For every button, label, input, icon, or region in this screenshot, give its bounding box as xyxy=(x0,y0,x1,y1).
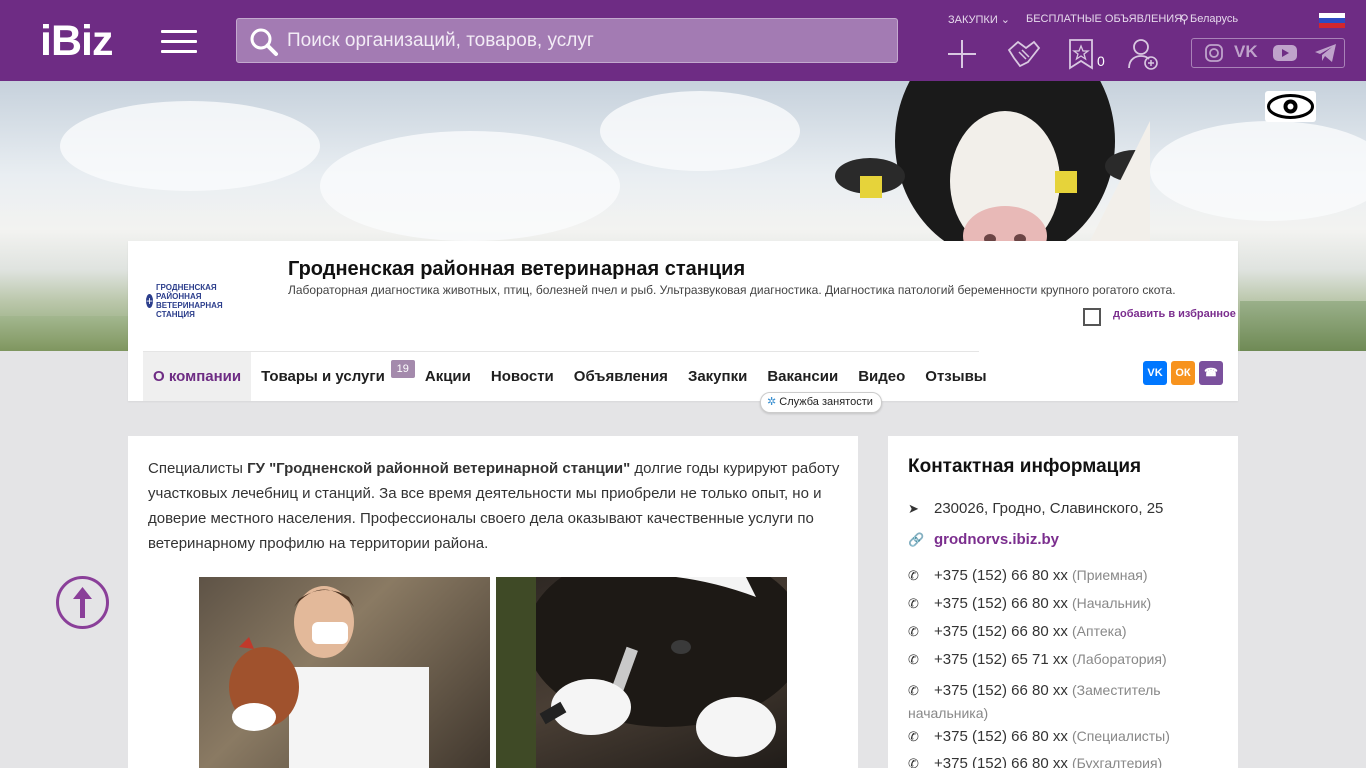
language-flag-icon[interactable] xyxy=(1319,13,1345,28)
share-ok-icon[interactable]: ОК xyxy=(1171,361,1195,385)
tab-about[interactable]: О компании xyxy=(143,352,252,401)
location-pin-icon: ⚲ xyxy=(1180,12,1189,26)
favorite-checkbox[interactable] xyxy=(1083,308,1101,326)
contact-phone: ✆ +375 (152) 66 80 xx (Бухгалтерия) xyxy=(908,755,1228,768)
contact-phone: ✆ +375 (152) 66 80 xx (Приемная) xyxy=(908,567,1148,584)
phone-number[interactable]: +375 (152) 66 80 xx xyxy=(934,682,1068,699)
contact-phone: ✆ +375 (152) 66 80 xx (Специалисты) xyxy=(908,728,1170,745)
phone-number[interactable]: +375 (152) 66 80 xx xyxy=(934,595,1068,612)
sparkle-icon: ✲ xyxy=(767,396,777,408)
link-icon: 🔗 xyxy=(908,532,925,547)
top-bar: iBiz ЗАКУПКИ ⌄ БЕСПЛАТНЫЕ ОБЪЯВЛЕНИЯ ⚲Бе… xyxy=(0,0,1366,81)
vk-icon[interactable]: VK xyxy=(1234,42,1258,62)
tab-purchases[interactable]: Закупки xyxy=(678,352,757,401)
phone-icon: ✆ xyxy=(908,568,919,583)
add-favorite-link[interactable]: добавить в избранное xyxy=(1113,308,1236,320)
social-links: VK xyxy=(1191,38,1345,68)
tab-ads[interactable]: Объявления xyxy=(564,352,678,401)
contact-phone: ✆ +375 (152) 66 80 xx (Начальник) xyxy=(908,595,1152,612)
tab-news[interactable]: Новости xyxy=(481,352,564,401)
products-count-badge: 19 xyxy=(390,360,415,378)
phone-number[interactable]: +375 (152) 66 80 xx xyxy=(934,728,1068,745)
company-description: Лабораторная диагностика животных, птиц,… xyxy=(288,283,1176,297)
contacts-panel: Контактная информация ➤ 230026, Гродно, С… xyxy=(888,436,1238,768)
search-box[interactable] xyxy=(236,18,898,63)
phone-number[interactable]: +375 (152) 65 71 xx xyxy=(934,651,1068,668)
share-viber-icon[interactable]: ☎ xyxy=(1199,361,1223,385)
contacts-title: Контактная информация xyxy=(908,456,1142,477)
website-link[interactable]: grodnorvs.ibiz.by xyxy=(934,531,1059,548)
employment-service-badge[interactable]: ✲ Служба занятости xyxy=(760,392,882,413)
arrow-up-icon xyxy=(73,587,92,618)
accessibility-eye-icon[interactable] xyxy=(1265,91,1316,122)
menu-icon[interactable] xyxy=(161,30,197,54)
about-section: Специалисты ГУ "Гродненской районной вет… xyxy=(128,436,858,768)
company-card: + ГРОДНЕНСКАЯ РАЙОННАЯ ВЕТЕРИНАРНАЯ СТАН… xyxy=(128,241,1238,413)
purchases-link[interactable]: ЗАКУПКИ ⌄ xyxy=(948,13,1010,26)
cow-image xyxy=(835,81,1150,261)
handshake-icon[interactable] xyxy=(1006,38,1042,70)
phone-icon: ✆ xyxy=(908,624,919,639)
share-vk-icon[interactable]: VK xyxy=(1143,361,1167,385)
tab-promotions[interactable]: Акции xyxy=(415,352,481,401)
favorites-count: 0 xyxy=(1097,53,1105,69)
veterinary-cross-icon: + xyxy=(146,294,154,308)
phone-number[interactable]: +375 (152) 66 80 xx xyxy=(934,623,1068,640)
contact-phone: ✆ +375 (152) 65 71 xx (Лаборатория) xyxy=(908,651,1167,668)
phone-icon: ✆ xyxy=(908,652,919,667)
youtube-icon[interactable] xyxy=(1272,43,1298,68)
phone-icon: ✆ xyxy=(908,596,919,611)
company-name: Гродненская районная ветеринарная станци… xyxy=(288,258,746,280)
phone-number[interactable]: +375 (152) 66 80 xx xyxy=(934,567,1068,584)
instagram-icon[interactable] xyxy=(1204,43,1224,68)
free-ads-link[interactable]: БЕСПЛАТНЫЕ ОБЪЯВЛЕНИЯ xyxy=(1026,13,1182,25)
location-arrow-icon: ➤ xyxy=(908,501,919,516)
phone-number[interactable]: +375 (152) 66 80 xx xyxy=(934,755,1068,768)
tab-reviews[interactable]: Отзывы xyxy=(915,352,996,401)
phone-icon: ✆ xyxy=(908,683,919,698)
chevron-down-icon: ⌄ xyxy=(1000,14,1011,26)
contact-phone: ✆ +375 (152) 66 80 xx (Аптека) xyxy=(908,623,1127,640)
favorites-icon[interactable] xyxy=(1068,38,1094,70)
about-text: Специалисты ГУ "Гродненской районной вет… xyxy=(148,460,840,552)
scroll-up-button[interactable] xyxy=(56,576,109,629)
vet-injecting-calf-image xyxy=(496,577,787,768)
add-icon[interactable] xyxy=(946,38,978,70)
company-logo: + ГРОДНЕНСКАЯ РАЙОННАЯ ВЕТЕРИНАРНАЯ СТАН… xyxy=(146,283,223,319)
add-user-icon[interactable] xyxy=(1127,38,1159,70)
phone-icon: ✆ xyxy=(908,729,919,744)
vet-with-chicken-image xyxy=(199,577,490,768)
telegram-icon[interactable] xyxy=(1314,43,1338,68)
search-icon xyxy=(250,28,278,56)
contact-website: 🔗 grodnorvs.ibiz.by xyxy=(908,531,1228,548)
contact-address: ➤ 230026, Гродно, Славинского, 25 xyxy=(908,500,1164,517)
site-logo[interactable]: iBiz xyxy=(40,20,113,63)
contact-phone: ✆ +375 (152) 66 80 xx (Заместитель началь… xyxy=(908,679,1228,725)
region-selector[interactable]: ⚲ Беларусь xyxy=(1180,12,1238,26)
search-input[interactable] xyxy=(287,19,887,62)
tab-products[interactable]: Товары и услуги 19 xyxy=(251,352,415,401)
phone-icon: ✆ xyxy=(908,756,919,768)
